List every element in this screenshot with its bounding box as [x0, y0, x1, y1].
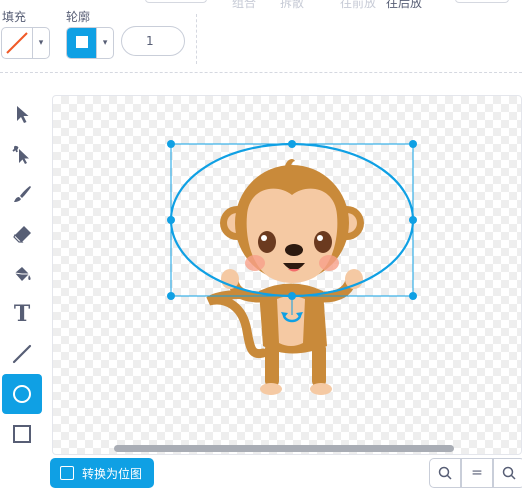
rectangle-icon [13, 425, 31, 443]
zoom-out-icon [438, 466, 452, 480]
circle-tool[interactable] [2, 374, 42, 414]
group-button[interactable]: 组合 [232, 0, 256, 11]
convert-to-bitmap-button[interactable]: 转换为位图 [50, 458, 154, 488]
name-input-bottom[interactable] [145, 0, 207, 3]
monkey-sprite[interactable] [206, 158, 364, 395]
outline-swatch [67, 28, 98, 58]
zoom-in-icon [502, 466, 516, 480]
paint-canvas[interactable] [52, 95, 522, 455]
zoom-in-button[interactable] [493, 458, 522, 488]
horizontal-scrollbar[interactable] [114, 445, 454, 452]
toolbar-divider [196, 14, 197, 64]
fill-tool[interactable] [2, 254, 42, 294]
outline-color-picker[interactable]: ▾ [66, 27, 114, 59]
circle-icon [13, 385, 31, 403]
zoom-reset-label: = [471, 465, 483, 481]
arrow-icon [17, 106, 29, 123]
forward-button[interactable]: 往前放 [340, 0, 376, 11]
fill-color-picker[interactable]: ▾ [1, 27, 50, 59]
eraser-tool[interactable] [2, 214, 42, 254]
brush-icon [14, 186, 31, 202]
no-fill-swatch [2, 28, 33, 58]
line-icon [12, 344, 32, 364]
text-tool[interactable]: T [2, 294, 42, 334]
line-tool[interactable] [2, 334, 42, 374]
outline-label: 轮廓 [66, 10, 91, 24]
rectangle-tool[interactable] [2, 414, 42, 454]
outline-width-input[interactable]: 1 [121, 26, 185, 56]
reshape-tool[interactable] [2, 134, 42, 174]
bucket-icon [14, 267, 31, 281]
bitmap-icon [60, 466, 74, 480]
select-tool[interactable] [2, 94, 42, 134]
fill-label: 填充 [2, 10, 27, 24]
ungroup-button[interactable]: 拆散 [280, 0, 304, 11]
zoom-reset-button[interactable]: = [461, 458, 493, 488]
eraser-icon [13, 226, 31, 243]
right-button-bottom[interactable] [455, 0, 509, 3]
chevron-down-icon: ▾ [102, 38, 108, 48]
header-divider [0, 72, 522, 73]
brush-tool[interactable] [2, 174, 42, 214]
backward-button[interactable]: 往后放 [386, 0, 422, 11]
convert-to-bitmap-label: 转换为位图 [82, 466, 143, 481]
chevron-down-icon: ▾ [38, 38, 44, 48]
reshape-icon [12, 145, 29, 164]
zoom-out-button[interactable] [429, 458, 461, 488]
text-icon: T [13, 301, 31, 327]
